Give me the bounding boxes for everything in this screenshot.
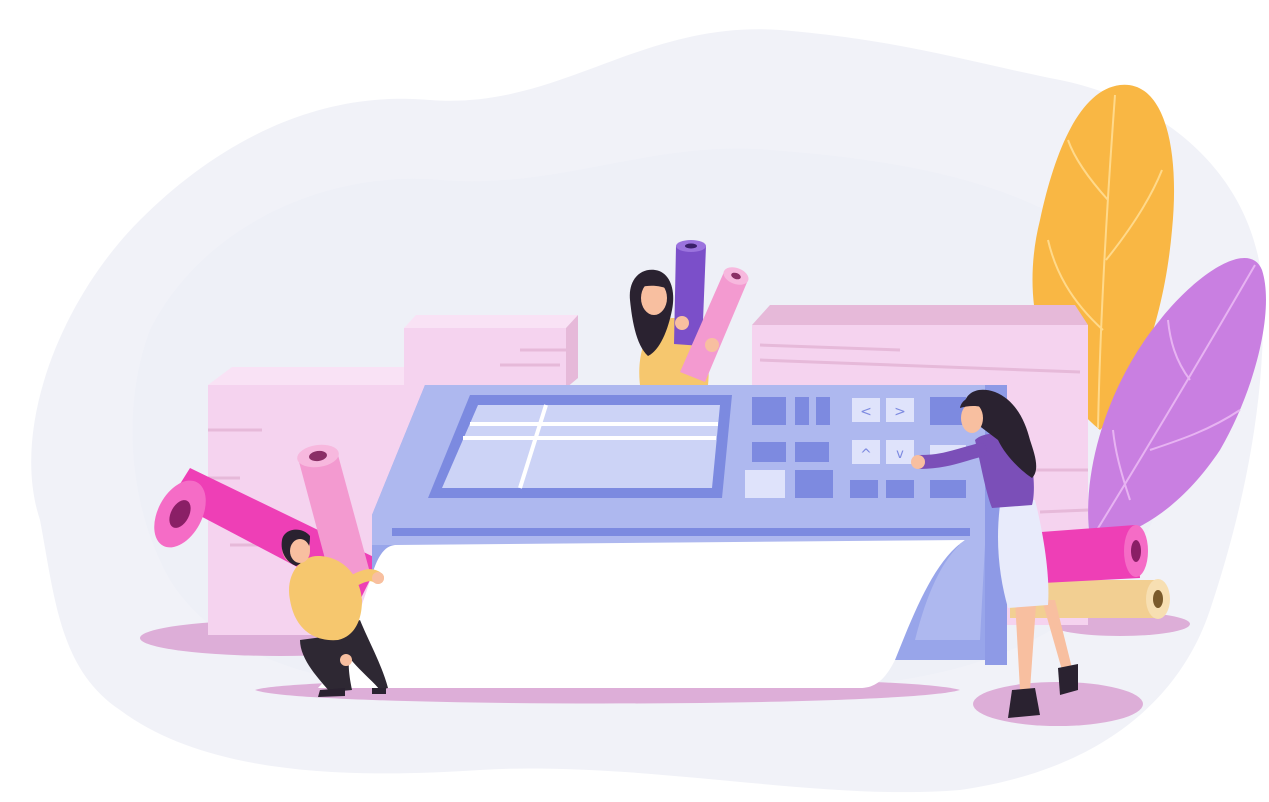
printed-paper-sheet (318, 540, 965, 688)
printer-keypad: < > ^ v (745, 397, 966, 498)
key-down-glyph: v (896, 447, 904, 462)
key-left-glyph: < (860, 404, 872, 420)
paper-stack-left-top (404, 315, 578, 388)
floor-shadow-woman (973, 682, 1143, 726)
printer-screen (442, 405, 720, 488)
printer-scene-illustration: < > ^ v (31, 29, 1266, 793)
key-right-glyph: > (894, 404, 906, 420)
key-up-glyph: ^ (860, 447, 872, 463)
paper-slot (392, 528, 970, 536)
